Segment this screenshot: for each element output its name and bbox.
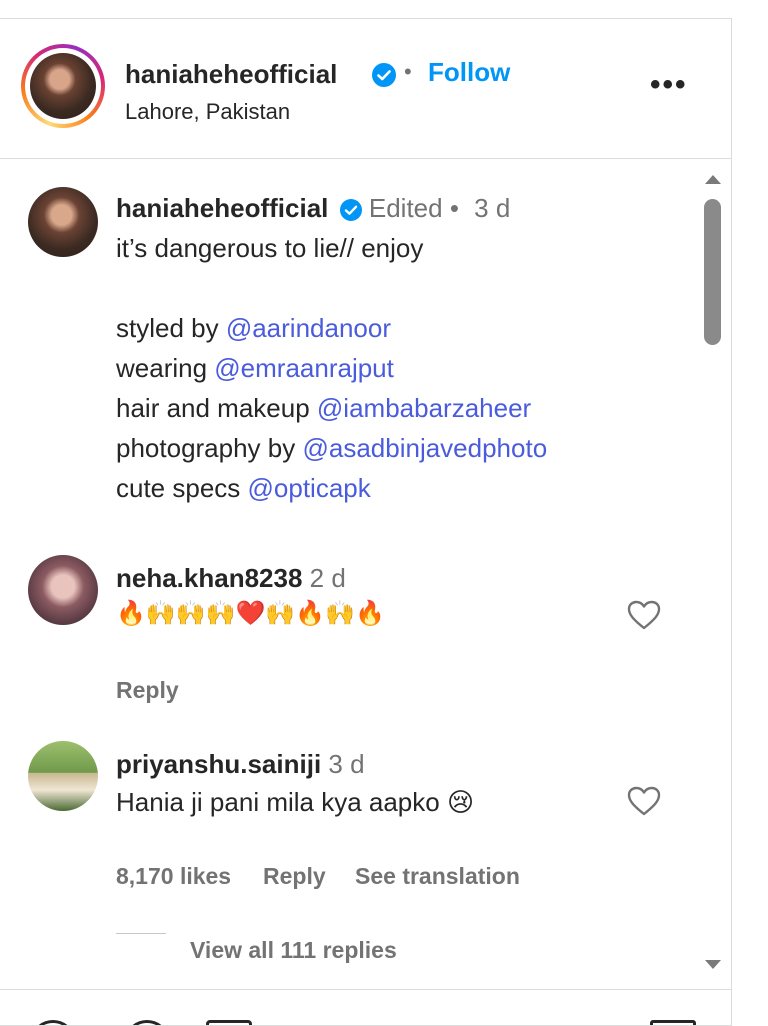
- scroll-down-arrow-icon[interactable]: [705, 960, 721, 969]
- caption-header-line: haniaheheofficial Edited • 3 d: [116, 193, 510, 224]
- comment-username[interactable]: priyanshu.sainiji: [116, 749, 321, 779]
- credit-prefix: styled by: [116, 313, 226, 343]
- share-icon[interactable]: [206, 1020, 252, 1025]
- post-header: haniaheheofficial • Follow Lahore, Pakis…: [0, 19, 731, 159]
- scroll-up-arrow-icon[interactable]: [705, 175, 721, 184]
- credit-prefix: wearing: [116, 353, 215, 383]
- like-icon[interactable]: [30, 1020, 76, 1025]
- mention-link[interactable]: @opticapk: [248, 473, 371, 503]
- mention-link[interactable]: @asadbinjavedphoto: [302, 433, 547, 463]
- caption-text: it’s dangerous to lie// enjoy: [116, 233, 424, 263]
- scrollbar[interactable]: [700, 159, 728, 989]
- avatar[interactable]: [28, 187, 98, 257]
- comment-username[interactable]: neha.khan8238: [116, 563, 302, 593]
- location-link[interactable]: Lahore, Pakistan: [125, 99, 290, 125]
- credit-line: styled by @aarindanoor: [116, 313, 391, 344]
- scrollbar-thumb[interactable]: [704, 199, 721, 345]
- reply-button[interactable]: Reply: [263, 863, 326, 890]
- verified-icon: [372, 63, 396, 87]
- comment-header: neha.khan8238 2 d: [116, 563, 346, 594]
- story-ring-inner: [25, 48, 101, 124]
- replies-divider: [116, 933, 166, 934]
- credit-line: cute specs @opticapk: [116, 473, 371, 504]
- separator-dot: •: [404, 59, 412, 84]
- comment-text: Hania ji pani mila kya aapko 😢: [116, 787, 475, 817]
- credit-prefix: photography by: [116, 433, 303, 463]
- verified-icon: [339, 199, 362, 222]
- avatar[interactable]: [28, 741, 98, 811]
- see-translation-link[interactable]: See translation: [355, 863, 520, 890]
- header-username[interactable]: haniaheheofficial: [125, 59, 337, 90]
- comment-time[interactable]: 3 d: [328, 749, 364, 779]
- credit-line: wearing @emraanrajput: [116, 353, 394, 384]
- reply-button[interactable]: Reply: [116, 677, 179, 704]
- more-options-icon[interactable]: •••: [650, 70, 688, 100]
- like-heart-icon[interactable]: [626, 785, 662, 817]
- credit-prefix: cute specs: [116, 473, 248, 503]
- comment-text: 🔥🙌🙌🙌❤️🙌🔥🙌🔥: [116, 600, 385, 627]
- story-ring[interactable]: [21, 44, 105, 128]
- separator-dot: •: [449, 193, 459, 223]
- likes-count[interactable]: 8,170 likes: [116, 863, 231, 890]
- comment-header: priyanshu.sainiji 3 d: [116, 749, 365, 780]
- avatar[interactable]: [30, 53, 96, 119]
- comment-time[interactable]: 2 d: [310, 563, 346, 593]
- action-bar: [0, 989, 731, 1025]
- mention-link[interactable]: @aarindanoor: [226, 313, 391, 343]
- post-detail-panel: haniaheheofficial • Follow Lahore, Pakis…: [0, 18, 732, 1026]
- avatar[interactable]: [28, 555, 98, 625]
- mention-link[interactable]: @iambabarzaheer: [317, 393, 531, 423]
- credit-line: hair and makeup @iambabarzaheer: [116, 393, 531, 424]
- comments-scroll-area[interactable]: haniaheheofficial Edited • 3 d it’s dang…: [0, 159, 731, 989]
- credit-line: photography by @asadbinjavedphoto: [116, 433, 547, 464]
- credit-prefix: hair and makeup: [116, 393, 317, 423]
- view-replies-button[interactable]: View all 111 replies: [190, 937, 397, 964]
- like-heart-icon[interactable]: [626, 599, 662, 631]
- bookmark-icon[interactable]: [650, 1020, 696, 1025]
- comment-icon[interactable]: [124, 1020, 170, 1025]
- caption-username[interactable]: haniaheheofficial: [116, 193, 328, 223]
- post-time[interactable]: 3 d: [474, 193, 510, 223]
- edited-label: Edited: [368, 193, 443, 223]
- mention-link[interactable]: @emraanrajput: [214, 353, 394, 383]
- follow-button[interactable]: Follow: [428, 57, 510, 88]
